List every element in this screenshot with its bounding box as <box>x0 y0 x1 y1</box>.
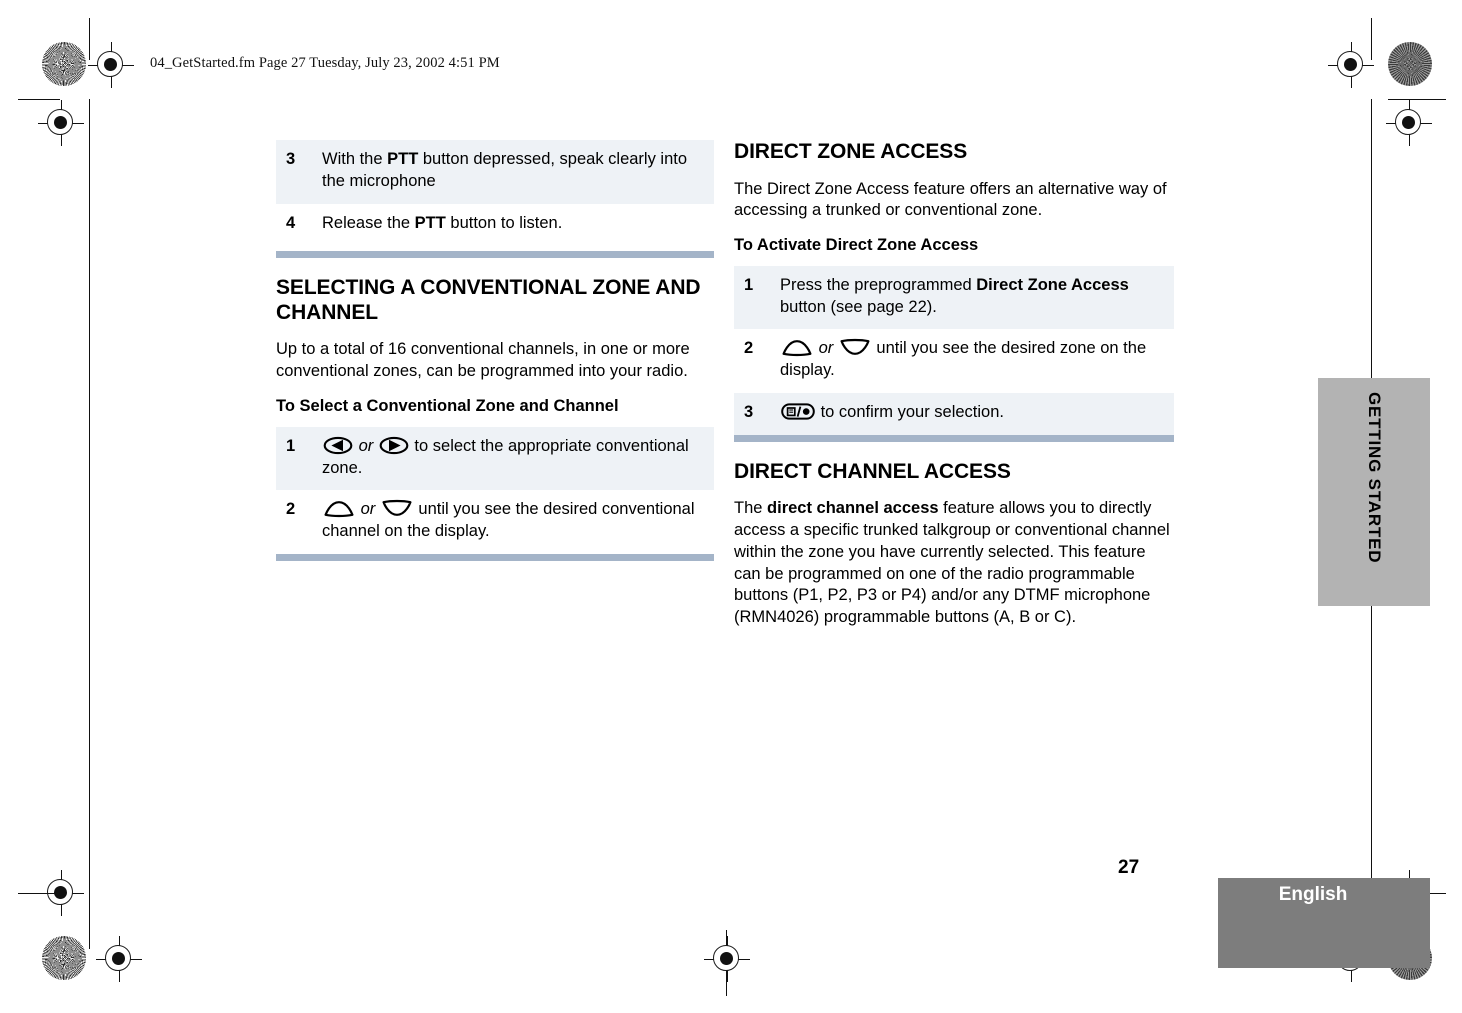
emphasis-bold: PTT <box>387 150 419 168</box>
down-arrow-button-icon <box>839 338 871 357</box>
step-number: 3 <box>276 140 322 204</box>
registration-mark-bottom-center <box>704 936 750 982</box>
up-arrow-button-icon <box>781 338 813 357</box>
trim-line-top-left-horizontal <box>18 99 60 101</box>
left-arrow-button-icon <box>323 436 353 455</box>
trim-line-top-right-vertical <box>1371 18 1373 60</box>
registration-starburst-bottom-left <box>42 936 86 980</box>
step-number: 1 <box>276 426 322 491</box>
emphasis-bold: Direct Zone Access <box>976 275 1129 294</box>
page-title-selecting-conventional: SELECTING A CONVENTIONAL ZONE AND CHANNE… <box>276 276 701 324</box>
page-number: 27 <box>1118 857 1140 878</box>
section-divider-rule-3 <box>734 434 1174 442</box>
registration-mark-top-left-a <box>88 42 134 88</box>
step-text: or to select the appropriate conventiona… <box>322 426 714 491</box>
subheading-select-conventional: To Select a Conventional Zone and Channe… <box>276 396 619 415</box>
step-number: 2 <box>734 329 780 393</box>
step-text: Press the preprogrammed Direct Zone Acce… <box>780 265 1174 330</box>
page-title-direct-channel-access: DIRECT CHANNEL ACCESS <box>734 459 1011 483</box>
direct-zone-access-step-table: 1 Press the preprogrammed Direct Zone Acc… <box>734 265 1174 435</box>
step-text: or until you see the desired zone on the… <box>780 329 1174 393</box>
registration-mark-top-right-b <box>1386 100 1432 146</box>
continued-step-table: 3 With the PTT button depressed, speak cl… <box>276 140 714 246</box>
step-number: 2 <box>276 490 322 554</box>
down-arrow-button-icon <box>381 499 413 518</box>
step-row: 4 Release the PTT button to listen. <box>276 203 714 246</box>
chapter-tab-getting-started: GETTING STARTED <box>1318 378 1430 606</box>
left-column: 3 With the PTT button depressed, speak cl… <box>276 140 714 579</box>
step-row: 2 or until you see the desired zone on t… <box>734 329 1174 393</box>
emphasis-italic: or <box>356 500 380 519</box>
intro-paragraph-conventional: Up to a total of 16 conventional channel… <box>276 340 690 381</box>
page-title-direct-zone-access: DIRECT ZONE ACCESS <box>734 140 968 163</box>
step-row: 1 or to select the appropriate conventio… <box>276 426 714 491</box>
step-row: 1 Press the preprogrammed Direct Zone Acc… <box>734 265 1174 330</box>
step-row: 3 With the PTT button depressed, speak cl… <box>276 140 714 204</box>
menu-select-button-icon <box>781 402 815 421</box>
page-border-left <box>89 99 91 949</box>
registration-starburst-top-right <box>1388 42 1432 86</box>
section-divider-rule-2 <box>276 553 714 561</box>
emphasis-italic: or <box>354 436 378 455</box>
registration-starburst-top-left <box>42 42 86 86</box>
step-row: 2 or until you see the desired conventio… <box>276 490 714 554</box>
step-number: 1 <box>734 265 780 330</box>
registration-mark-top-right-a <box>1328 42 1374 88</box>
trim-line-top-right-horizontal <box>1388 99 1446 101</box>
step-row: 3 to confirm your selection. <box>734 392 1174 435</box>
registration-mark-top-left-b <box>38 100 84 146</box>
subheading-activate-direct-zone-access: To Activate Direct Zone Access <box>734 236 979 255</box>
trim-line-top-left-vertical <box>89 18 91 60</box>
footer-language-label: English <box>1278 884 1348 905</box>
step-text: With the PTT button depressed, speak cle… <box>322 140 714 204</box>
up-arrow-button-icon <box>323 499 355 518</box>
trim-line-bottom-left-horizontal <box>18 893 60 895</box>
step-text: Release the PTT button to listen. <box>322 203 714 246</box>
step-text: to confirm your selection. <box>780 392 1174 435</box>
emphasis-bold: PTT <box>414 213 446 232</box>
step-number: 4 <box>276 203 322 246</box>
intro-paragraph-direct-zone-access: The Direct Zone Access feature offers an… <box>734 179 1167 220</box>
conventional-step-table: 1 or to select the appropriate conventio… <box>276 426 714 554</box>
step-number: 3 <box>734 392 780 435</box>
paragraph-direct-channel-access: The direct channel access feature allows… <box>734 499 1170 627</box>
right-column: DIRECT ZONE ACCESS The Direct Zone Acces… <box>734 140 1174 643</box>
emphasis-italic: or <box>814 339 838 358</box>
emphasis-bold: direct channel access <box>767 499 939 518</box>
file-stamp: 04_GetStarted.fm Page 27 Tuesday, July 2… <box>150 55 500 71</box>
chapter-tab-label: GETTING STARTED <box>1365 392 1384 564</box>
registration-mark-bottom-left-b <box>96 936 142 982</box>
step-text: or until you see the desired conventiona… <box>322 490 714 554</box>
section-divider-rule-1 <box>276 251 714 259</box>
right-arrow-button-icon <box>379 436 409 455</box>
document-page: 04_GetStarted.fm Page 27 Tuesday, July 2… <box>0 0 1462 1013</box>
